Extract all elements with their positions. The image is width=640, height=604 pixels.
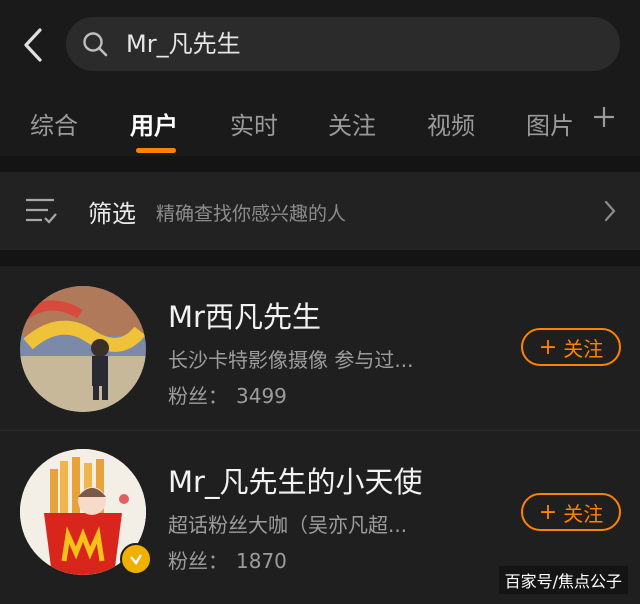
verified-badge (120, 543, 152, 575)
fans-label: 粉丝： (168, 384, 228, 408)
tab-video[interactable]: 视频 (427, 106, 475, 141)
search-bar[interactable]: Mr_凡先生 (66, 17, 620, 71)
tab-users[interactable]: 用户 (130, 106, 178, 141)
follow-label: 关注 (563, 501, 604, 526)
search-query[interactable]: Mr_凡先生 (126, 17, 241, 71)
watermark: 百家号/焦点公子 (498, 566, 628, 594)
filter-description: 精确查找你感兴趣的人 (156, 203, 347, 225)
user-fans: 粉丝： 3499 (168, 380, 295, 409)
back-button[interactable] (18, 26, 48, 64)
top-bar: Mr_凡先生 (0, 0, 640, 90)
follow-button[interactable]: + 关注 (521, 493, 621, 531)
filter-row[interactable]: 筛选 精确查找你感兴趣的人 (0, 172, 640, 250)
active-tab-indicator (136, 148, 176, 153)
check-icon (130, 554, 143, 565)
avatar-image (20, 286, 146, 412)
search-icon (83, 32, 108, 57)
plus-icon: + (538, 499, 558, 525)
plus-icon (594, 107, 614, 127)
avatar[interactable] (20, 286, 146, 412)
user-name[interactable]: Mr_凡先生的小天使 (168, 459, 422, 501)
follow-label: 关注 (563, 336, 604, 361)
tab-following[interactable]: 关注 (328, 106, 376, 141)
user-fans: 粉丝： 1870 (168, 545, 295, 574)
chevron-right-icon (604, 200, 616, 222)
tab-realtime[interactable]: 实时 (230, 106, 278, 141)
tab-all[interactable]: 综合 (30, 106, 78, 141)
user-description: 长沙卡特影像摄像 参与过... (168, 348, 414, 372)
add-tab-button[interactable] (592, 105, 616, 135)
user-description: 超话粉丝大咖（吴亦凡超... (168, 513, 408, 537)
filter-label: 筛选 (88, 200, 136, 228)
fans-count: 3499 (236, 384, 287, 408)
filter-list-icon (26, 198, 57, 224)
user-name[interactable]: Mr西凡先生 (168, 294, 321, 336)
user-list: Mr西凡先生 长沙卡特影像摄像 参与过... 粉丝： 3499 + 关注 Mr_… (0, 266, 640, 604)
list-item[interactable]: Mr西凡先生 长沙卡特影像摄像 参与过... 粉丝： 3499 + 关注 (0, 266, 640, 430)
fans-label: 粉丝： (168, 549, 228, 573)
plus-icon: + (538, 334, 558, 360)
tab-images[interactable]: 图片 (526, 106, 574, 141)
fans-count: 1870 (236, 549, 287, 573)
search-tabs: 综合 用户 实时 关注 视频 图片 (0, 90, 640, 156)
follow-button[interactable]: + 关注 (521, 328, 621, 366)
chevron-left-icon (24, 28, 42, 62)
